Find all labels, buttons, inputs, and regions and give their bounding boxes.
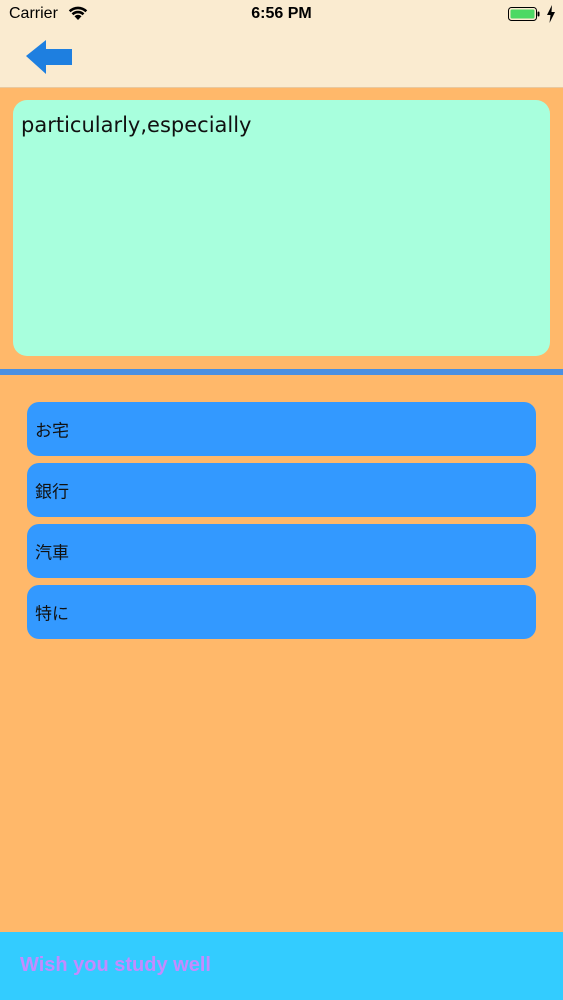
option-label: 汽車 <box>35 543 69 564</box>
option-label: 銀行 <box>35 482 69 503</box>
answer-options: お宅 銀行 汽車 特に <box>27 402 536 646</box>
charging-bolt-icon <box>547 5 555 23</box>
back-button[interactable] <box>22 36 78 80</box>
battery-icon <box>508 7 540 21</box>
divider <box>0 369 563 375</box>
status-time: 6:56 PM <box>251 5 312 22</box>
option-button-1[interactable]: お宅 <box>27 402 536 456</box>
word-card: particularly,especially <box>13 100 550 356</box>
word-meaning-text: particularly,especially <box>21 113 252 137</box>
option-label: お宅 <box>35 421 69 442</box>
option-button-4[interactable]: 特に <box>27 585 536 639</box>
footer-banner: Wish you study well <box>0 932 563 1000</box>
option-button-2[interactable]: 銀行 <box>27 463 536 517</box>
status-bar: Carrier 6:56 PM <box>0 0 563 30</box>
navigation-bar <box>0 30 563 88</box>
option-button-3[interactable]: 汽車 <box>27 524 536 578</box>
footer-text: Wish you study well <box>20 954 211 976</box>
option-label: 特に <box>35 604 69 625</box>
arrow-left-icon <box>26 40 72 74</box>
